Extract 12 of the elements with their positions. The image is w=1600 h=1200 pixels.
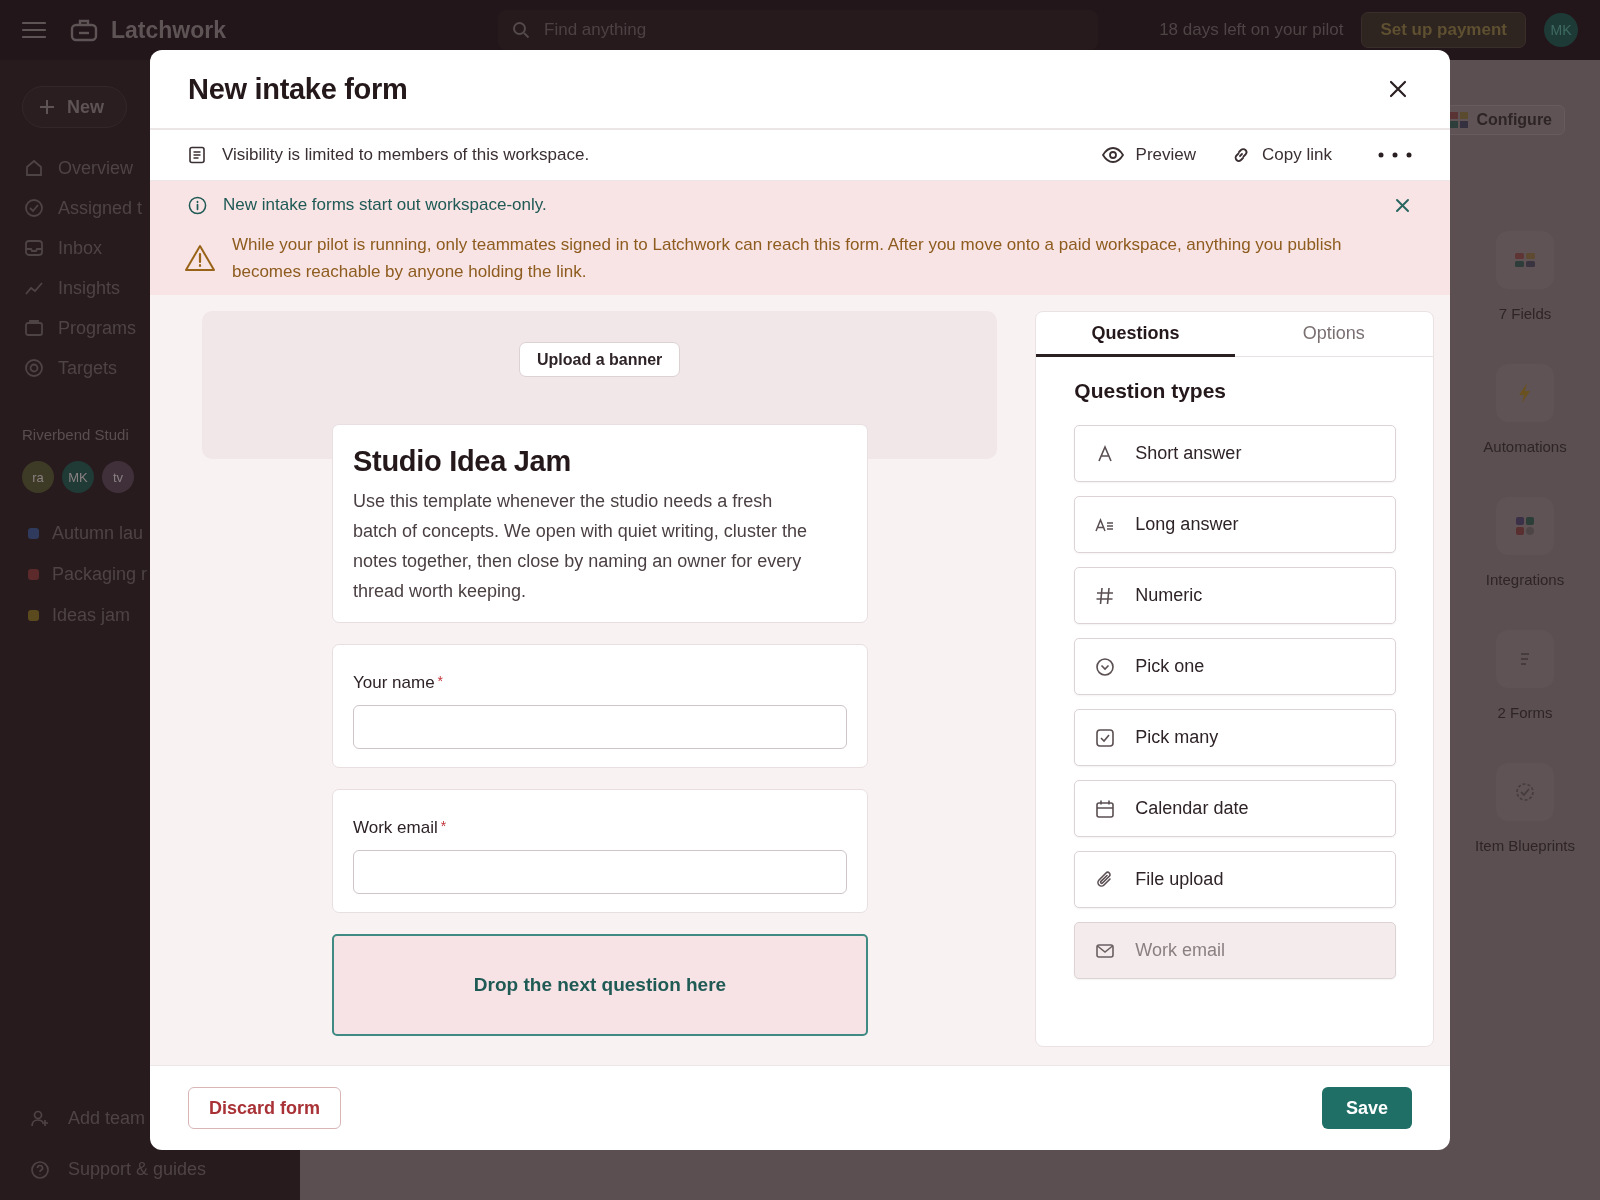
- required-mark: *: [437, 673, 444, 691]
- app-name: Latchwork: [111, 16, 227, 44]
- form-description: Use this template whenever the studio needs a fresh batch of concepts. We open with quiet writing, cluster the notes together, then close by naming an owner for every thread worth keeping.: [353, 490, 808, 603]
- visibility-note: Visibility is limited to members of this workspace.: [222, 145, 590, 165]
- panel-title: Question types: [1074, 379, 1228, 403]
- warning-message: While your pilot is running, only teammates signed in to Latchwork can reach this form. After you move onto a paid workspace, anything you publish becomes reachable by anyone holding the link.: [232, 234, 1343, 283]
- field-label: Work email: [353, 818, 438, 838]
- info-message: New intake forms start out workspace-only.: [223, 195, 547, 215]
- dialog-title: New intake form: [188, 72, 408, 106]
- required-mark: *: [440, 818, 447, 836]
- form-title: Studio Idea Jam: [353, 445, 572, 478]
- field-label: Your name: [353, 673, 435, 693]
